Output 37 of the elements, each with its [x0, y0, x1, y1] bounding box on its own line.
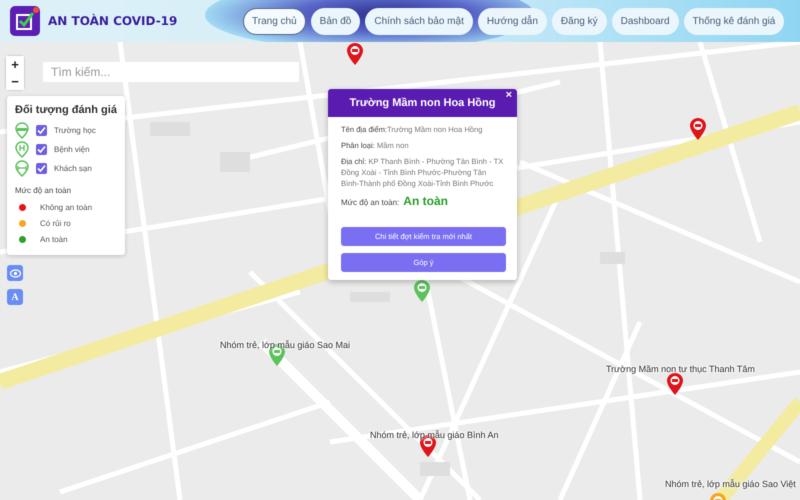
legend-label: Có rủi ro	[40, 218, 71, 228]
place-label: Nhóm trẻ, lớp mẫu giáo Sao Việt	[665, 479, 796, 489]
building-shape	[600, 252, 625, 264]
app-title: AN TOÀN COVID-19	[48, 14, 178, 28]
nav-link[interactable]: Đăng ký	[552, 8, 607, 34]
marker-icon	[15, 160, 29, 177]
legend-subtitle: Mức độ an toàn	[15, 186, 72, 195]
locate-button[interactable]	[7, 265, 23, 281]
building-shape	[420, 462, 450, 476]
close-button[interactable]: ×	[502, 89, 515, 101]
checkbox-label: Trường học	[54, 126, 96, 135]
checkbox-label: Khách sạn	[54, 164, 92, 173]
marker-icon	[15, 122, 29, 139]
building-shape	[220, 152, 250, 172]
legend-label: Không an toàn	[40, 202, 92, 212]
popup-title: Trường Mầm non Hoa Hồng	[350, 97, 496, 109]
legend-title: Đối tượng đánh giá	[15, 104, 117, 116]
eye-icon	[10, 268, 20, 278]
marker-icon	[15, 141, 29, 158]
search-field[interactable]: Tìm kiếm...	[43, 62, 299, 82]
place-label: Trường Mầm non tư thục Thanh Tâm	[606, 364, 755, 374]
checkbox[interactable]	[36, 144, 47, 155]
place-label: Nhóm trẻ, lớp mẫu giáo Sao Mai	[220, 340, 350, 350]
nav-link[interactable]: Dashboard	[612, 8, 679, 34]
nav-link[interactable]: Hướng dẫn	[478, 8, 547, 34]
zoom-in-button[interactable]: +	[6, 56, 24, 73]
zoom-out-button[interactable]: −	[6, 73, 24, 90]
nav-link[interactable]: Thống kê đánh giá	[684, 8, 784, 34]
checkbox[interactable]	[36, 163, 47, 174]
place-label: Nhóm trẻ, lớp mẫu giáo Bình An	[370, 430, 498, 440]
checkbox-label: Bệnh viện	[54, 145, 90, 154]
logo-icon	[10, 6, 40, 36]
safety-value: An toàn	[403, 194, 448, 208]
safety-label: Mức độ an toàn:	[341, 198, 400, 207]
checkbox[interactable]	[36, 125, 47, 136]
nav-link[interactable]: Chính sách bảo mật	[365, 8, 473, 34]
legend-label: An toàn	[40, 234, 68, 244]
